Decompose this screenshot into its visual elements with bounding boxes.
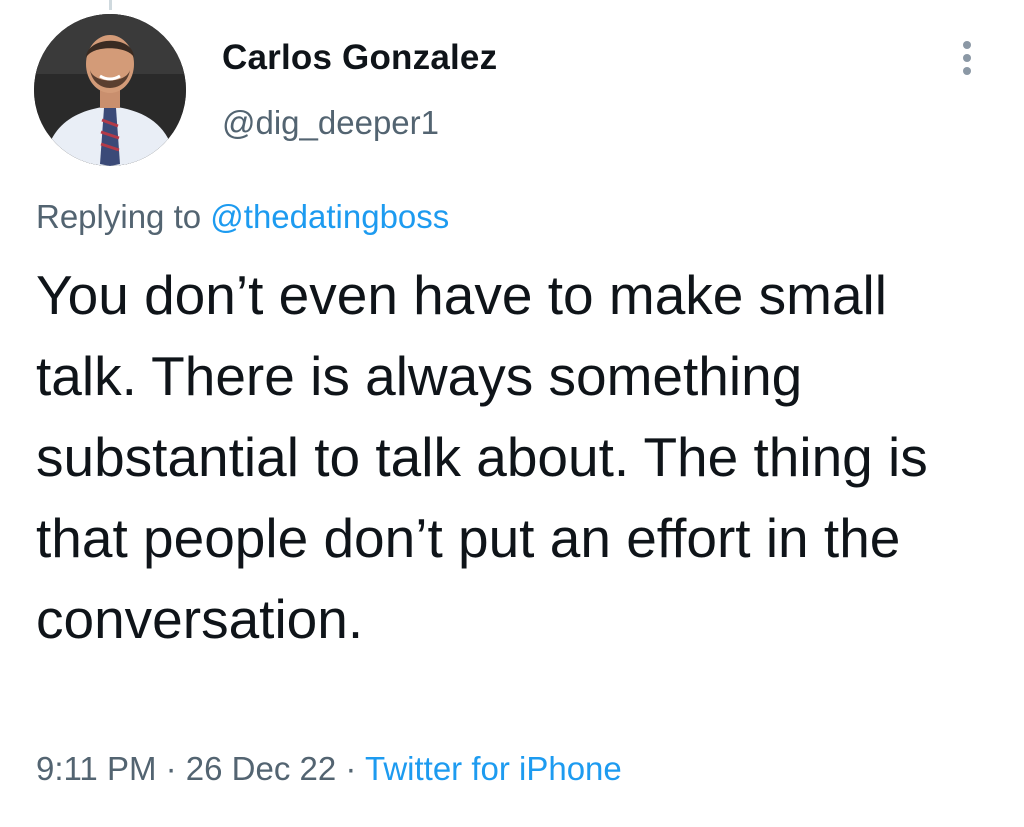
meta-separator: · xyxy=(345,750,357,787)
more-dot xyxy=(963,67,971,75)
tweet-metadata: 9:11 PM · 26 Dec 22 · Twitter for iPhone xyxy=(36,750,622,788)
author-handle[interactable]: @dig_deeper1 xyxy=(222,104,439,142)
replying-to-label: Replying to xyxy=(36,198,202,235)
author-display-name[interactable]: Carlos Gonzalez xyxy=(222,38,497,78)
tweet-source-link[interactable]: Twitter for iPhone xyxy=(365,750,622,787)
tweet-date[interactable]: 26 Dec 22 xyxy=(186,750,336,787)
profile-photo-icon xyxy=(34,14,186,166)
reply-mention-link[interactable]: @thedatingboss xyxy=(210,198,449,235)
avatar[interactable] xyxy=(34,14,186,166)
tweet-card: Carlos Gonzalez @dig_deeper1 Replying to… xyxy=(0,0,1024,827)
tweet-body-text: You don’t even have to make small talk. … xyxy=(36,264,928,650)
more-dot xyxy=(963,54,971,62)
more-dot xyxy=(963,41,971,49)
tweet-time[interactable]: 9:11 PM xyxy=(36,750,156,787)
more-vertical-icon[interactable] xyxy=(950,36,984,86)
replying-to-line: Replying to @thedatingboss xyxy=(36,198,449,236)
thread-connector-line xyxy=(109,0,112,10)
meta-separator: · xyxy=(165,750,177,787)
